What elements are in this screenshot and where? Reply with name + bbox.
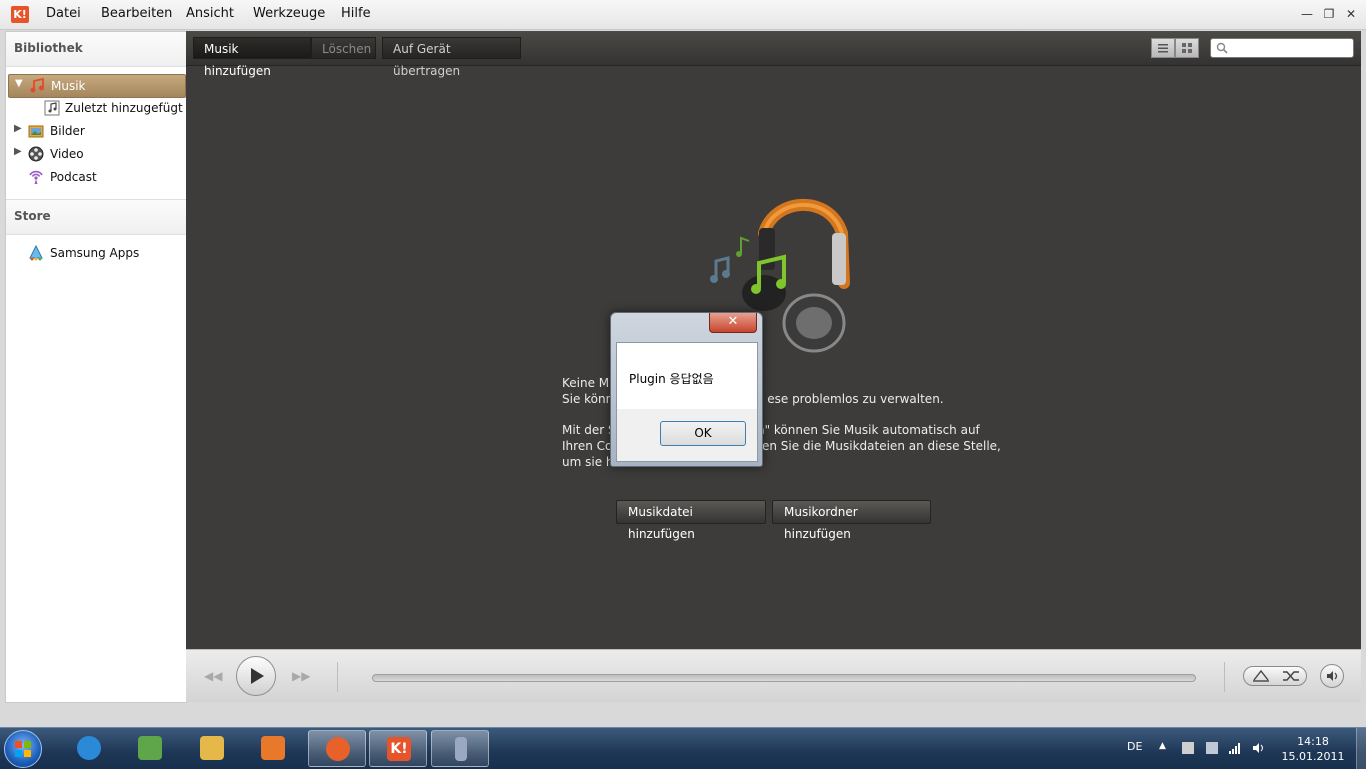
taskbar: K! DE ▲ 14:18 15.01.2011 — [0, 727, 1366, 769]
list-view-icon — [1158, 44, 1168, 53]
repeat-icon[interactable] — [1252, 669, 1270, 683]
dialog-close-icon[interactable]: ✕ — [709, 313, 757, 333]
delete-button[interactable]: Löschen — [311, 37, 376, 59]
start-button[interactable] — [4, 730, 42, 768]
add-music-folder-button[interactable]: Musikordner hinzufügen — [772, 500, 931, 541]
chevron-down-icon[interactable]: ▼ — [15, 78, 23, 89]
sidebar-item-musik[interactable]: ▼ Musik — [8, 74, 186, 98]
menu-ansicht[interactable]: Ansicht — [186, 6, 234, 21]
shuffle-icon[interactable] — [1282, 669, 1300, 683]
dialog-message-area: Plugin 응답없음 — [617, 343, 757, 409]
sidebar-item-samsung-apps[interactable]: Samsung Apps — [8, 242, 184, 264]
chevron-right-icon[interactable]: ▶ — [14, 146, 22, 157]
film-reel-icon — [28, 146, 44, 162]
sidebar-item-label: Musik — [51, 79, 86, 93]
grid-view-icon — [1182, 43, 1192, 53]
add-music-file-button[interactable]: Musikdatei hinzufügen — [616, 500, 766, 541]
sidebar-item-recent[interactable]: Zuletzt hinzugefügt — [8, 97, 184, 119]
menu-werkzeuge[interactable]: Werkzeuge — [253, 6, 325, 21]
samsung-apps-icon — [29, 245, 43, 261]
search-input[interactable] — [1233, 40, 1349, 56]
play-button[interactable] — [236, 656, 276, 696]
minimize-icon[interactable]: — — [1299, 6, 1315, 22]
sidebar-item-bilder[interactable]: ▶ Bilder — [8, 120, 184, 142]
clock-date: 15.01.2011 — [1281, 750, 1345, 763]
search-box[interactable] — [1210, 38, 1354, 58]
show-desktop-button[interactable] — [1356, 728, 1366, 769]
grid-view-button[interactable] — [1175, 38, 1199, 58]
fast-forward-icon[interactable]: ▶▶ — [292, 669, 310, 683]
device-tray-icon[interactable] — [1206, 742, 1218, 754]
language-indicator[interactable]: DE — [1127, 740, 1142, 753]
sidebar-item-label: Bilder — [50, 124, 85, 138]
menu-bar: K! Datei Bearbeiten Ansicht Werkzeuge Hi… — [0, 0, 1366, 30]
dialog-message: Plugin 응답없음 — [629, 372, 714, 386]
search-icon — [1216, 42, 1228, 54]
windows-logo-icon — [15, 741, 31, 757]
pictures-folder-icon — [28, 125, 44, 138]
menu-bearbeiten[interactable]: Bearbeiten — [101, 6, 172, 21]
file-explorer-icon — [200, 736, 224, 760]
player-bar: ◀◀ ▶▶ — [186, 649, 1361, 702]
menu-datei[interactable]: Datei — [46, 6, 81, 21]
system-clock[interactable]: 14:18 15.01.2011 — [1280, 734, 1346, 764]
play-icon — [251, 668, 264, 684]
transfer-to-device-button[interactable]: Auf Gerät übertragen — [382, 37, 521, 78]
phone-device-icon — [455, 737, 467, 761]
kies-icon: K! — [387, 737, 411, 761]
taskbar-media-player[interactable] — [244, 730, 302, 767]
dialog-body: Plugin 응답없음 OK — [616, 342, 758, 462]
recent-music-icon — [44, 100, 60, 116]
sidebar: Bibliothek ▼ Musik Zuletzt hinzugefügt ▶… — [5, 31, 187, 703]
taskbar-phone-device[interactable] — [431, 730, 489, 767]
sidebar-item-video[interactable]: ▶ Video — [8, 143, 184, 165]
network-signal-icon[interactable] — [1229, 742, 1241, 754]
sidebar-item-label: Samsung Apps — [50, 246, 140, 260]
action-center-icon[interactable] — [1182, 742, 1194, 754]
windows-update-icon — [138, 736, 162, 760]
internet-explorer-icon — [77, 736, 101, 760]
plugin-dialog: ✕ Plugin 응답없음 OK — [610, 312, 763, 467]
sidebar-item-label: Podcast — [50, 170, 97, 184]
add-music-button[interactable]: Musik hinzufügen — [193, 37, 311, 78]
taskbar-firefox[interactable] — [308, 730, 366, 767]
library-header: Bibliothek — [6, 32, 186, 67]
taskbar-windows-update[interactable] — [121, 730, 179, 767]
podcast-icon — [29, 170, 43, 184]
rewind-icon[interactable]: ◀◀ — [204, 669, 222, 683]
toolbar: Musik hinzufügen Löschen Auf Gerät übert… — [186, 31, 1361, 78]
sidebar-item-podcast[interactable]: Podcast — [8, 166, 184, 188]
progress-slider[interactable] — [372, 674, 1196, 682]
tray-expand-icon[interactable]: ▲ — [1159, 741, 1166, 751]
taskbar-file-explorer[interactable] — [183, 730, 241, 767]
divider — [1224, 662, 1225, 692]
divider — [337, 662, 338, 692]
chevron-right-icon[interactable]: ▶ — [14, 123, 22, 134]
main-panel: Musik hinzufügen Löschen Auf Gerät übert… — [186, 31, 1361, 702]
sidebar-item-label: Video — [50, 147, 84, 161]
ok-button[interactable]: OK — [660, 421, 746, 446]
sidebar-item-label: Zuletzt hinzugefügt — [65, 101, 183, 115]
taskbar-internet-explorer[interactable] — [60, 730, 118, 767]
volume-tray-icon[interactable] — [1252, 742, 1264, 754]
firefox-icon — [326, 737, 350, 761]
list-view-button[interactable] — [1151, 38, 1175, 58]
media-player-icon — [261, 736, 285, 760]
restore-icon[interactable]: ❐ — [1321, 6, 1337, 22]
speaker-icon — [1327, 671, 1338, 681]
repeat-shuffle-group — [1243, 666, 1307, 686]
music-note-icon — [30, 78, 44, 93]
store-header: Store — [6, 199, 186, 235]
app-logo: K! — [11, 6, 29, 23]
close-window-icon[interactable]: ✕ — [1343, 6, 1359, 22]
menu-hilfe[interactable]: Hilfe — [341, 6, 371, 21]
taskbar-kies[interactable]: K! — [369, 730, 427, 767]
volume-button[interactable] — [1320, 664, 1344, 688]
clock-time: 14:18 — [1297, 735, 1329, 748]
